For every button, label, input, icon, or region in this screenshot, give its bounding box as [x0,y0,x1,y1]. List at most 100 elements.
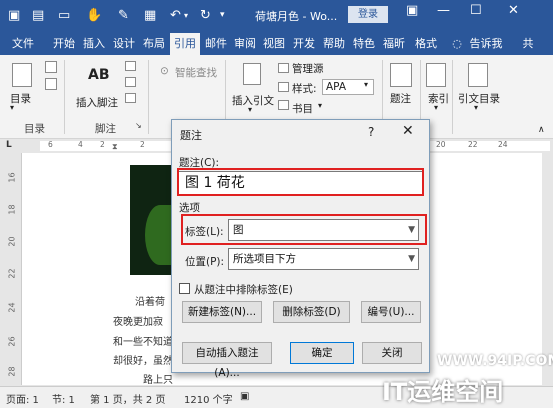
group-label-footnotes: 脚注 [95,123,116,135]
tab-help[interactable]: 帮助 [320,33,348,55]
separator [64,60,65,134]
print-preview-icon[interactable]: ▦ [144,6,156,24]
bibliography-icon [278,100,289,110]
share-button[interactable]: 共 [520,33,536,55]
close-window-icon[interactable]: ✕ [508,3,519,18]
new-document-icon[interactable]: ▤ [32,6,44,24]
body-text-line: 却很好，虽然 [113,356,173,367]
open-folder-icon[interactable]: ▭ [58,6,70,24]
options-label: 选项 [179,202,200,214]
collapse-ribbon-icon[interactable]: ∧ [538,125,545,135]
login-button[interactable]: 登录 [348,6,388,23]
watermark-logo: IT运维空间 [382,378,504,406]
document-title: 荷塘月色 - Wo... [255,10,338,23]
caption-dialog: 题注 ? ✕ 题注(C): 图 1 荷花 选项 标签(L): 图 ▼ 位置(P)… [171,119,430,379]
bibliography-dropdown-icon[interactable]: ▾ [318,101,322,110]
minimize-icon[interactable]: — [437,3,450,18]
watermark-url: WWW.94IP.COM [437,353,553,369]
update-table-icon[interactable] [45,78,57,90]
tab-layout[interactable]: 布局 [140,33,168,55]
status-page-count[interactable]: 第 1 页，共 2 页 [90,391,165,406]
body-text-line: 沿着荷 [135,297,165,308]
manage-sources-icon[interactable] [278,63,289,73]
tab-special[interactable]: 特色 [350,33,378,55]
tell-me-search[interactable]: 告诉我 [466,33,506,55]
tab-mailings[interactable]: 邮件 [202,33,230,55]
title-bar: ▣ ▤ ▭ ✋ ✎ ▦ ↶ ▾ ↻ ▾ 荷塘月色 - Wo... 登录 ▣ — … [0,0,553,30]
close-button[interactable]: 关闭 [362,342,422,364]
index-button[interactable]: 索引 [428,91,449,106]
format-painter-icon[interactable]: ✎ [118,6,129,24]
style-icon [278,82,289,92]
tab-stop-selector[interactable]: L [6,140,12,150]
help-icon[interactable]: ? [368,125,374,139]
body-text-line: 和一些不知道 [113,337,173,348]
repeat-icon[interactable]: ↻ [200,6,211,24]
position-select[interactable]: 所选项目下方 ▼ [228,248,419,270]
tab-home[interactable]: 开始 [50,33,78,55]
style-dropdown-icon[interactable]: ▾ [364,80,368,89]
smart-lookup-button[interactable]: 智能查找 [175,65,217,80]
show-notes-icon[interactable] [125,93,136,103]
tab-developer[interactable]: 开发 [290,33,318,55]
new-label-button[interactable]: 新建标签(N)... [182,301,262,323]
customize-toolbar-icon[interactable]: ▾ [220,6,225,24]
exclude-label-text: 从题注中排除标签(E) [194,284,293,296]
tab-review[interactable]: 审阅 [231,33,259,55]
undo-dropdown-icon[interactable]: ▾ [184,6,188,24]
insert-footnote-icon[interactable]: AB [88,67,110,83]
exclude-label-checkbox[interactable] [179,283,190,294]
bibliography-button[interactable]: 书目 [292,101,313,116]
insert-footnote-button[interactable]: 插入脚注 [76,95,118,110]
mark-citation-icon[interactable] [468,63,488,87]
autocaption-button[interactable]: 自动插入题注(A)... [182,342,272,379]
insert-endnote-icon[interactable] [125,61,136,71]
ribbon-display-icon[interactable]: ▣ [406,3,418,18]
status-word-count[interactable]: 1210 个字 [184,391,233,406]
indent-marker-icon[interactable]: ⧗ [112,142,118,152]
insert-caption-button[interactable]: 题注 [390,91,411,106]
tab-references[interactable]: 引用 [170,33,200,55]
insert-citation-icon[interactable] [243,63,261,85]
ok-button[interactable]: 确定 [290,342,354,364]
index-dropdown-icon[interactable]: ▾ [434,103,438,112]
smart-lookup-icon[interactable]: ⊙ [160,65,169,77]
save-icon[interactable]: ▣ [8,6,20,24]
numbering-button[interactable]: 编号(U)... [361,301,421,323]
status-section[interactable]: 节: 1 [52,391,75,406]
vertical-ruler: 16 18 20 22 24 26 28 [0,153,22,385]
table-of-contents-icon[interactable] [12,63,32,87]
table-of-authorities-button[interactable]: 引文目录 [458,91,500,106]
tab-view[interactable]: 视图 [260,33,288,55]
position-field-label: 位置(P): [185,256,225,268]
touch-mode-icon[interactable]: ✋ [86,6,102,24]
next-footnote-icon[interactable] [125,77,136,87]
separator [452,60,453,134]
mark-entry-icon[interactable] [426,63,446,87]
chevron-down-icon[interactable]: ▼ [408,249,415,269]
authorities-dropdown-icon[interactable]: ▾ [474,103,478,112]
position-select-value: 所选项目下方 [233,253,296,265]
insert-caption-icon[interactable] [390,63,412,87]
footnote-dialog-launcher-icon[interactable]: ↘ [135,121,142,130]
delete-label-button[interactable]: 删除标签(D) [273,301,350,323]
toc-dropdown-icon[interactable]: ▾ [10,103,14,112]
tab-design[interactable]: 设计 [110,33,138,55]
tab-file[interactable]: 文件 [6,33,40,55]
add-text-icon[interactable] [45,61,57,73]
proofing-icon[interactable]: ▣ [240,391,249,402]
dialog-title: 题注 [180,129,202,142]
tab-format[interactable]: 格式 [412,33,440,55]
body-text-line: 夜晚更加寂 [113,317,163,328]
citation-dropdown-icon[interactable]: ▾ [248,105,252,114]
undo-icon[interactable]: ↶ [170,6,181,24]
close-icon[interactable]: ✕ [402,123,414,139]
manage-sources-button[interactable]: 管理源 [292,61,324,76]
group-label-toc: 目录 [24,123,45,135]
status-page[interactable]: 页面: 1 [6,391,39,406]
maximize-icon[interactable]: ☐ [470,3,482,18]
insert-citation-button[interactable]: 插入引文 [232,93,274,108]
lightbulb-icon[interactable]: ◌ [450,33,464,55]
tab-foxit[interactable]: 福昕 [380,33,408,55]
tab-insert[interactable]: 插入 [80,33,108,55]
